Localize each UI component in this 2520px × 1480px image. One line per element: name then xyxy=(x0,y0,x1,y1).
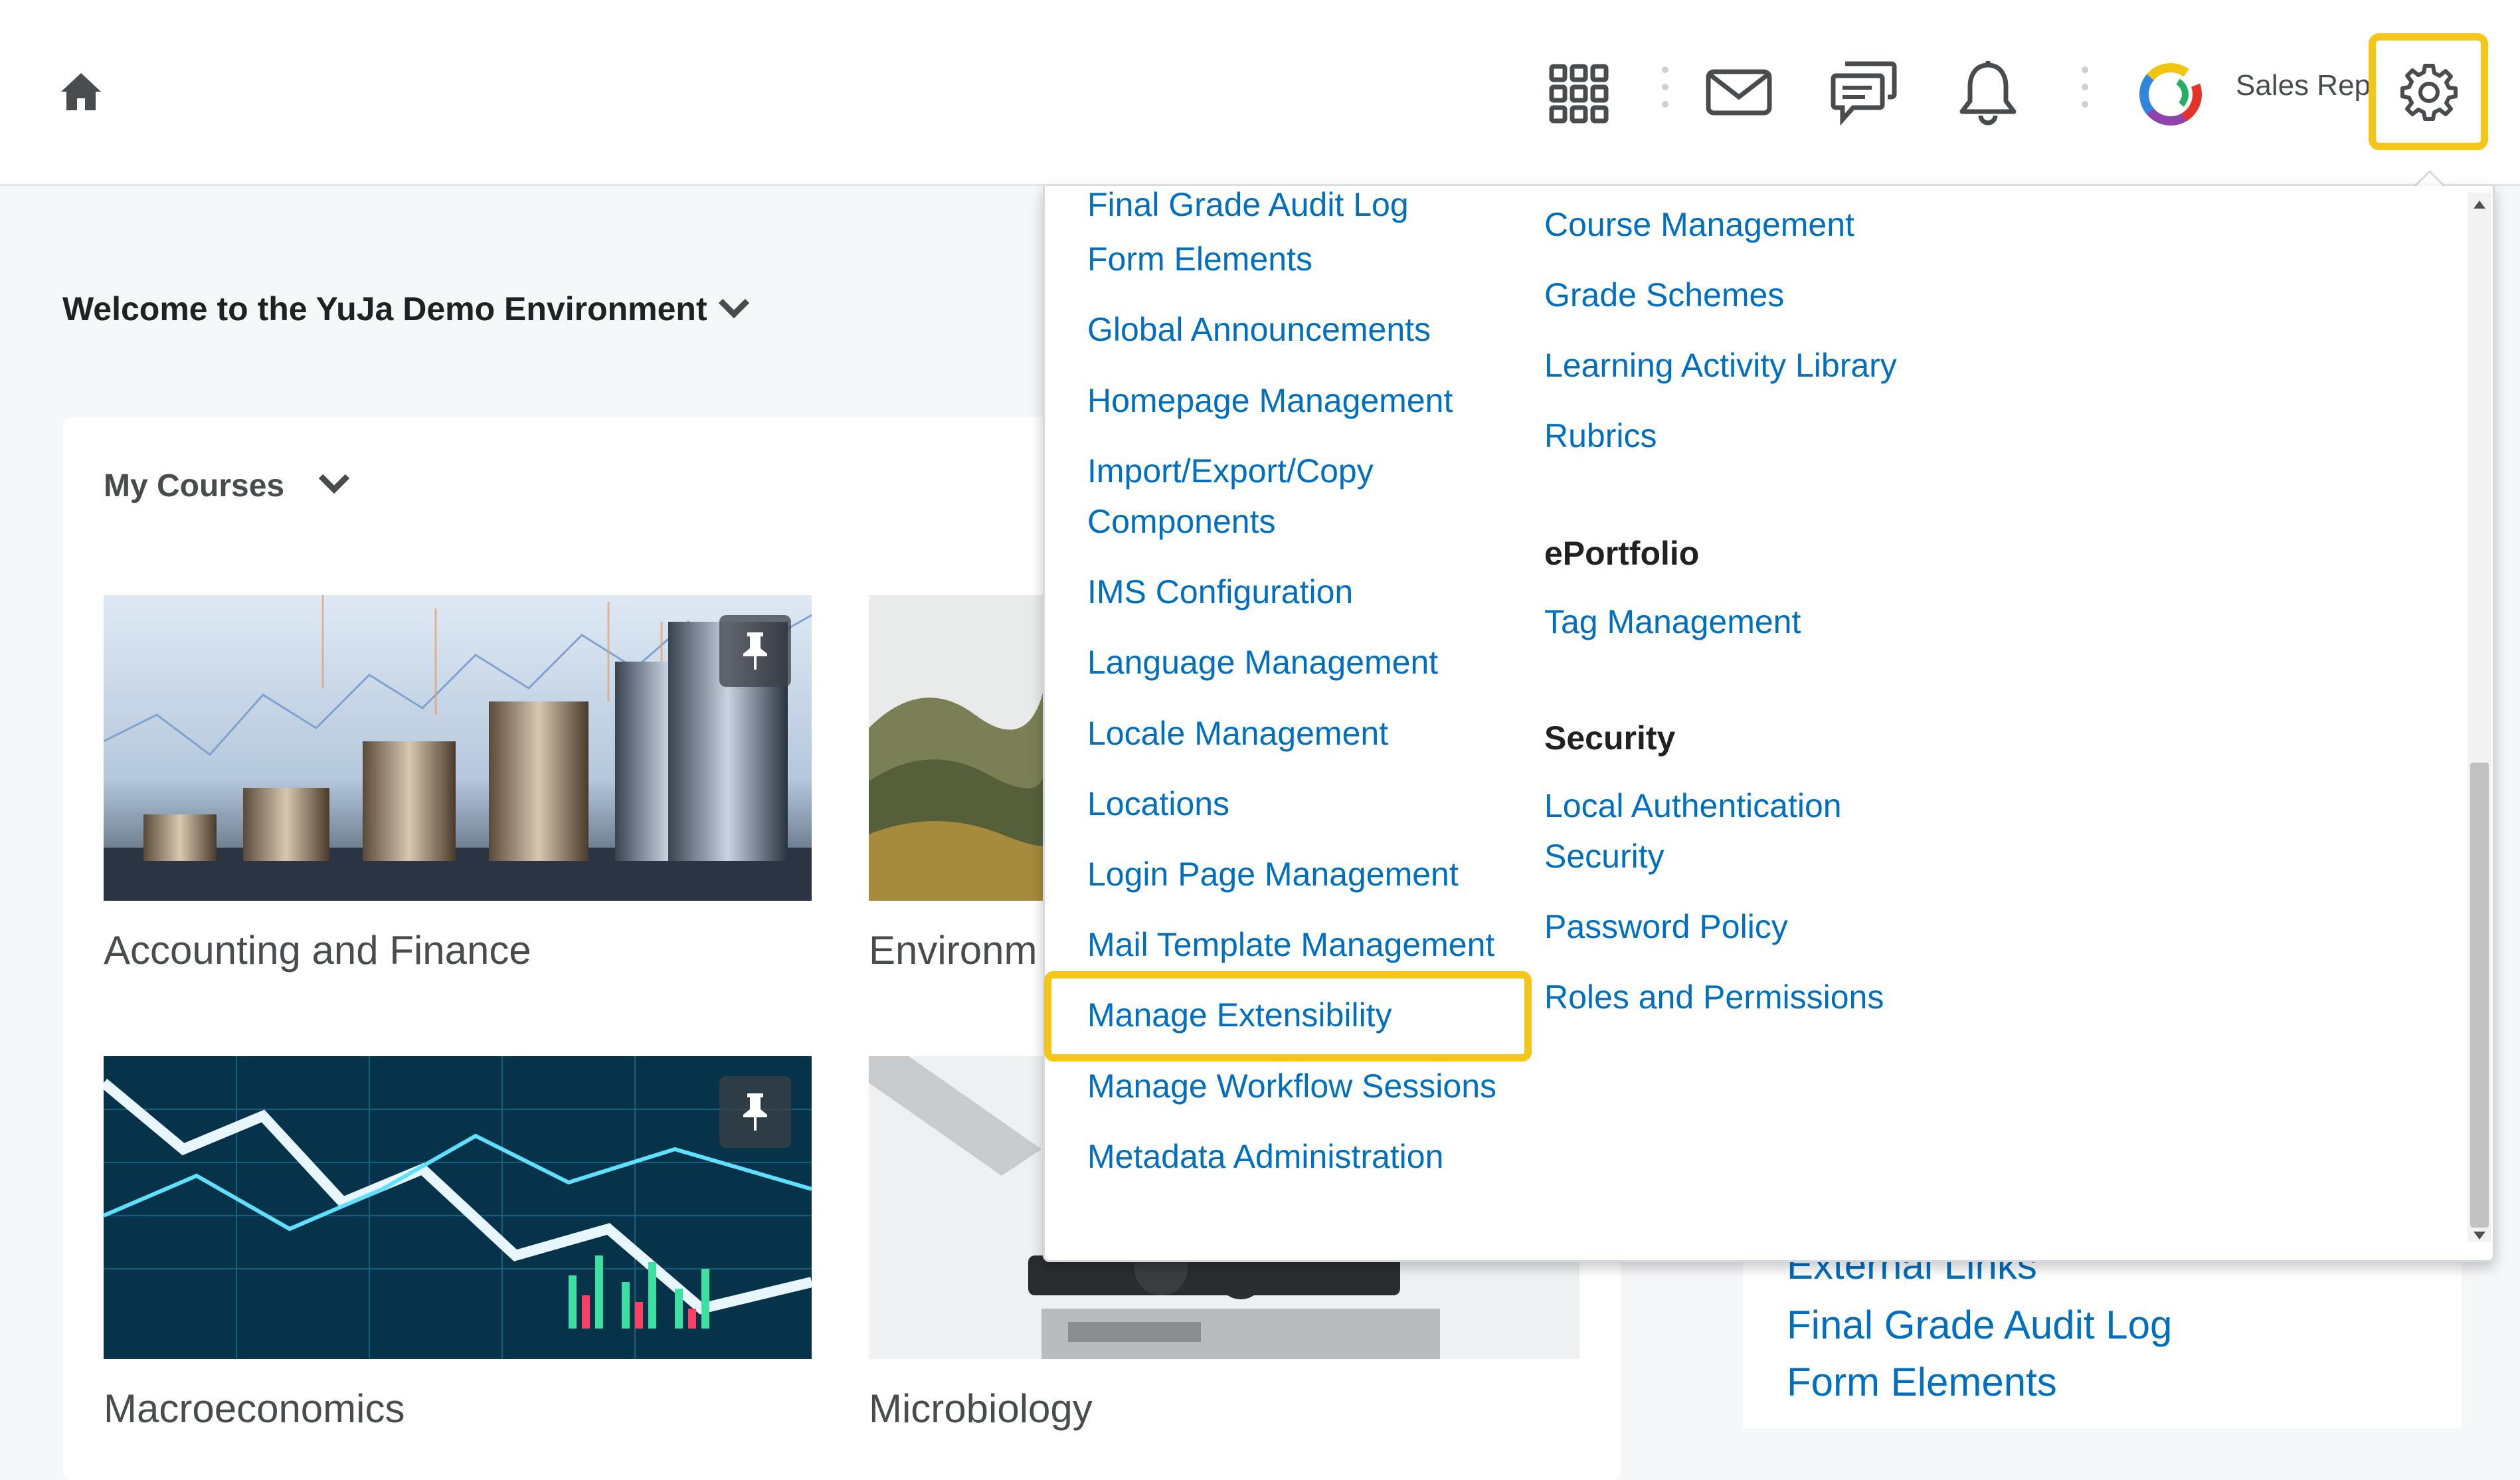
menu-link-language-management[interactable]: Language Management xyxy=(1087,637,1438,688)
mail-icon[interactable] xyxy=(1706,69,1772,116)
menu-link-global-announcements[interactable]: Global Announcements xyxy=(1087,304,1431,355)
scroll-up-icon[interactable] xyxy=(2474,201,2485,209)
menu-link-learning-activity-library[interactable]: Learning Activity Library xyxy=(1544,340,1897,391)
menu-link-form-elements[interactable]: Form Elements xyxy=(1087,234,1312,284)
pin-button[interactable] xyxy=(719,615,791,687)
admin-tools-dropdown: Final Grade Audit Log Form Elements Glob… xyxy=(1043,186,2495,1262)
course-image-environment[interactable] xyxy=(869,595,1044,901)
stock-chart-image xyxy=(104,1056,812,1359)
admin-tools-button[interactable] xyxy=(2369,33,2488,150)
menu-link-course-management[interactable]: Course Management xyxy=(1544,199,1854,250)
scrollbar-thumb[interactable] xyxy=(2470,763,2489,1228)
top-navbar: Sales Rep xyxy=(0,0,2520,186)
highlight-manage-extensibility xyxy=(1044,971,1532,1062)
menu-link-homepage-management[interactable]: Homepage Management xyxy=(1087,375,1453,426)
menu-link-final-grade-audit-log[interactable]: Final Grade Audit Log xyxy=(1087,186,1409,230)
user-name[interactable]: Sales Rep xyxy=(2236,69,2371,102)
chevron-down-icon[interactable] xyxy=(717,298,751,319)
avatar[interactable] xyxy=(2133,57,2208,132)
org-homepage-title[interactable]: Welcome to the YuJa Demo Environment xyxy=(62,290,707,328)
chat-icon[interactable] xyxy=(1831,60,1897,126)
menu-link-metadata-administration[interactable]: Metadata Administration xyxy=(1087,1131,1443,1182)
course-name[interactable]: Environm xyxy=(869,927,1037,973)
menu-link-manage-workflow-sessions[interactable]: Manage Workflow Sessions xyxy=(1087,1061,1496,1111)
menu-link-tag-management[interactable]: Tag Management xyxy=(1544,597,1801,647)
waffle-icon[interactable] xyxy=(1549,64,1609,124)
gear-icon xyxy=(2400,64,2458,121)
section-heading-eportfolio: ePortfolio xyxy=(1544,535,1700,572)
course-image-accounting[interactable] xyxy=(104,595,812,901)
menu-link-local-authentication[interactable]: Local Authentication xyxy=(1544,781,1842,831)
menu-link-roles-and-permissions[interactable]: Roles and Permissions xyxy=(1544,972,1884,1022)
pin-button[interactable] xyxy=(719,1076,791,1148)
course-name[interactable]: Macroeconomics xyxy=(104,1386,405,1432)
nav-separator xyxy=(1662,66,1668,120)
bell-icon[interactable] xyxy=(1958,60,2018,126)
menu-link-login-page-management[interactable]: Login Page Management xyxy=(1087,849,1459,899)
home-icon[interactable] xyxy=(60,72,102,112)
menu-link-local-authentication-security[interactable]: Security xyxy=(1544,831,1665,881)
course-name[interactable]: Accounting and Finance xyxy=(104,927,531,973)
widget-link[interactable]: Final Grade Audit Log xyxy=(1787,1302,2172,1348)
forest-image xyxy=(869,595,1044,901)
widget-link[interactable]: Form Elements xyxy=(1787,1359,2057,1405)
menu-link-import-export-copy-components[interactable]: Components xyxy=(1087,496,1276,547)
menu-link-import-export-copy[interactable]: Import/Export/Copy xyxy=(1087,446,1374,496)
chevron-down-icon[interactable] xyxy=(317,473,351,494)
menu-link-grade-schemes[interactable]: Grade Schemes xyxy=(1544,270,1784,320)
menu-link-ims-configuration[interactable]: IMS Configuration xyxy=(1087,567,1353,617)
my-courses-title[interactable]: My Courses xyxy=(104,468,284,504)
nav-separator xyxy=(2082,66,2088,120)
course-image-macroeconomics[interactable] xyxy=(104,1056,812,1359)
menu-link-rubrics[interactable]: Rubrics xyxy=(1544,411,1657,461)
course-name[interactable]: Microbiology xyxy=(869,1386,1093,1432)
coins-image xyxy=(104,595,812,901)
menu-link-password-policy[interactable]: Password Policy xyxy=(1544,901,1788,952)
menu-link-mail-template-management[interactable]: Mail Template Management xyxy=(1087,919,1494,970)
menu-link-locations[interactable]: Locations xyxy=(1087,779,1229,829)
menu-link-locale-management[interactable]: Locale Management xyxy=(1087,708,1388,759)
pin-icon xyxy=(743,632,767,670)
section-heading-security: Security xyxy=(1544,719,1676,757)
scroll-down-icon[interactable] xyxy=(2474,1232,2485,1240)
pin-icon xyxy=(743,1093,767,1131)
